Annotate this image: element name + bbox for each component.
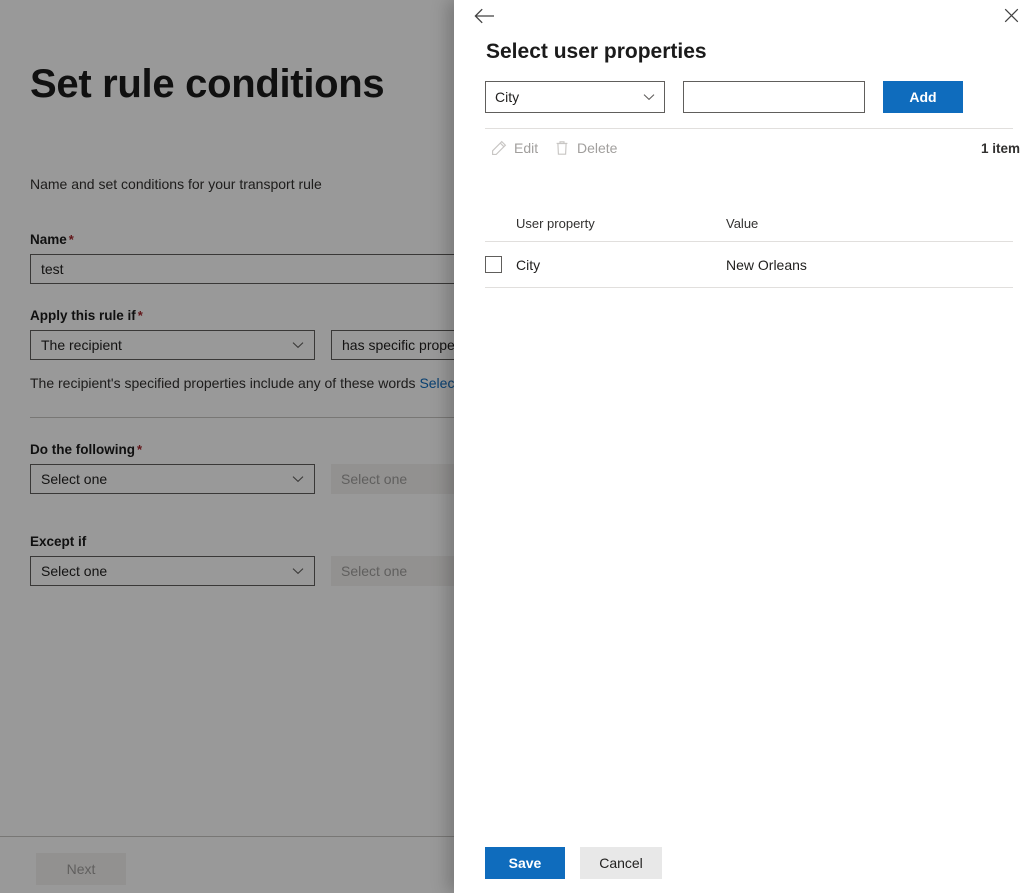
add-button[interactable]: Add [883,81,963,113]
apply-rule-condition-value: The recipient [41,337,122,353]
page-subtitle: Name and set conditions for your transpo… [30,176,322,192]
row-user-property: City [516,257,726,273]
chevron-down-icon [643,91,655,103]
except-if-select[interactable]: Select one [30,556,315,586]
panel-footer: Save Cancel [454,825,1033,893]
do-the-following-detail-placeholder: Select one [341,471,407,487]
cancel-button-label: Cancel [599,855,643,871]
save-button-label: Save [509,855,542,871]
name-required-marker: * [69,232,74,247]
do-the-following-required-marker: * [137,442,142,457]
user-property-value-input[interactable] [683,81,865,113]
back-button[interactable] [468,2,500,34]
do-the-following-label-text: Do the following [30,442,135,457]
cancel-button[interactable]: Cancel [580,847,662,879]
apply-rule-if-label-text: Apply this rule if [30,308,136,323]
apply-rule-if-label: Apply this rule if* [30,308,143,323]
delete-command-label: Delete [577,140,617,156]
name-label-text: Name [30,232,67,247]
do-the-following-label: Do the following* [30,442,142,457]
table-row[interactable]: City New Orleans [485,242,1013,288]
close-button[interactable] [995,2,1027,34]
arrow-left-icon [474,8,495,29]
name-input-value: test [41,261,64,277]
next-button: Next [36,853,126,885]
row-checkbox[interactable] [485,256,502,273]
do-the-following-select[interactable]: Select one [30,464,315,494]
item-count: 1 item [981,141,1020,156]
edit-command: Edit [491,140,538,156]
grid-header-user-property: User property [516,216,726,231]
name-label: Name* [30,232,74,247]
select-user-properties-panel: Select user properties City Add Edit Del… [454,0,1033,893]
do-the-following-value: Select one [41,471,107,487]
chevron-down-icon [292,339,304,351]
delete-command: Delete [554,140,617,156]
except-if-detail-placeholder: Select one [341,563,407,579]
grid-header-value: Value [726,216,1013,231]
except-if-value: Select one [41,563,107,579]
except-if-label-text: Except if [30,534,86,549]
page-title: Set rule conditions [30,62,384,107]
panel-title: Select user properties [486,40,707,64]
rule-hint-line: The recipient's specified properties inc… [30,375,486,391]
close-icon [1004,8,1019,28]
except-if-label: Except if [30,534,88,549]
apply-rule-condition-select[interactable]: The recipient [30,330,315,360]
row-checkbox-cell [485,256,516,273]
user-properties-grid: User property Value City New Orleans [485,205,1013,288]
apply-rule-if-required-marker: * [138,308,143,323]
grid-header-row: User property Value [485,205,1013,242]
trash-icon [554,140,570,156]
user-property-select-value: City [495,89,519,105]
rule-hint-text: The recipient's specified properties inc… [30,375,419,391]
next-button-label: Next [67,861,96,877]
edit-command-label: Edit [514,140,538,156]
user-property-select[interactable]: City [485,81,665,113]
chevron-down-icon [292,565,304,577]
toolbar-divider [485,128,1013,129]
add-button-label: Add [909,89,936,105]
chevron-down-icon [292,473,304,485]
row-value: New Orleans [726,257,1013,273]
pencil-icon [491,140,507,156]
save-button[interactable]: Save [485,847,565,879]
